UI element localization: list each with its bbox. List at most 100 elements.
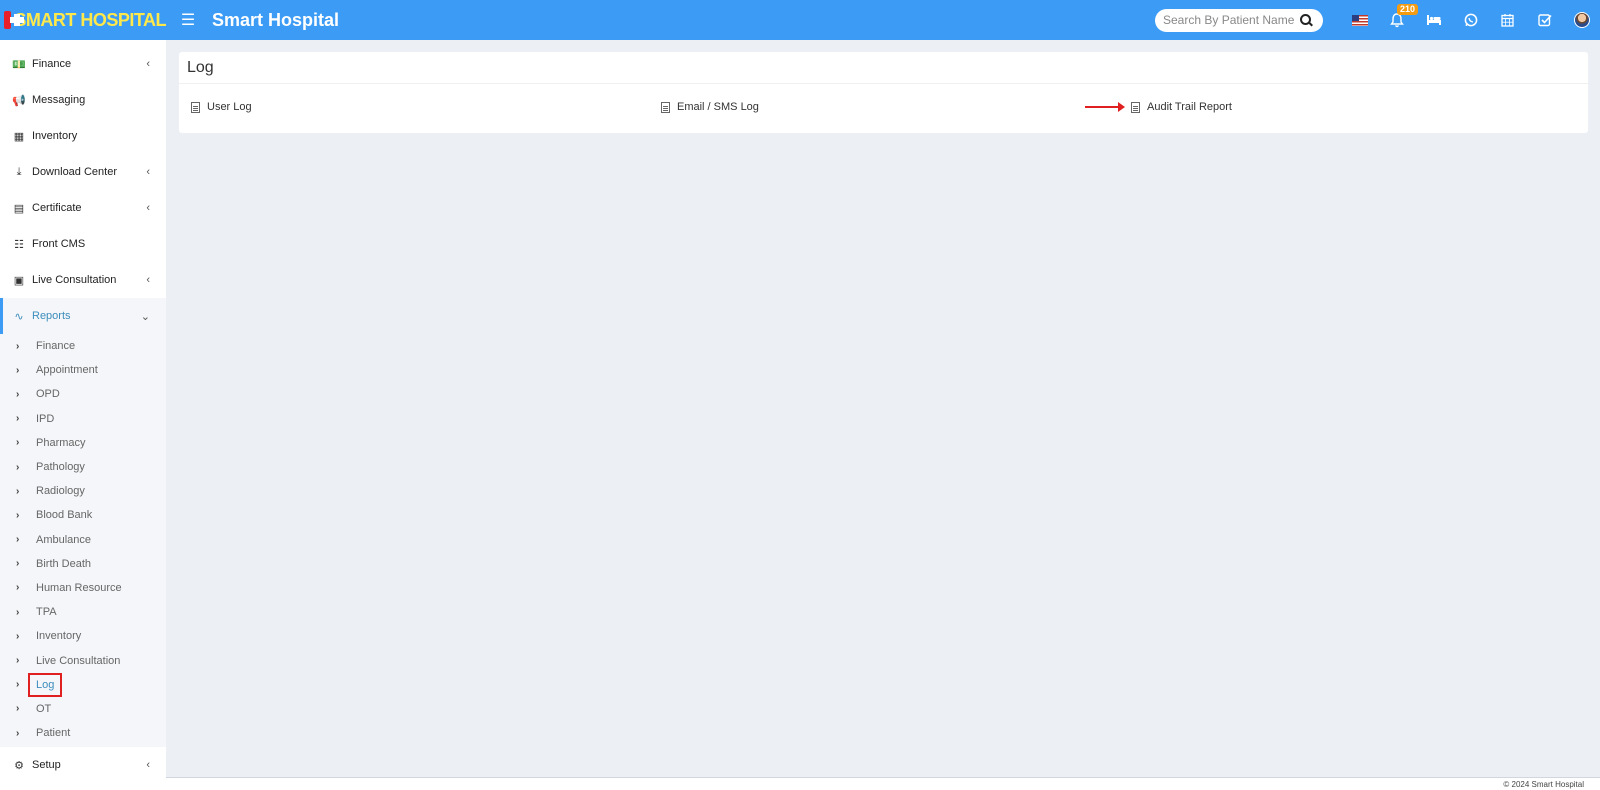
chevron-right-icon: › [16,509,20,521]
user-log-link[interactable]: User Log [191,101,252,113]
chevron-right-icon: › [16,485,20,497]
page-title: Log [179,52,1588,84]
chevron-right-icon: › [16,558,20,570]
video-icon: ▣ [13,274,25,287]
reports-submenu: › Finance › Appointment › OPD › IPD › Pharmac… [0,334,166,748]
reports-sub-ipd[interactable]: › IPD [0,407,166,431]
sidebar: 💵 Finance ‹ 📢 Messaging ▦ Inventory ⤓ Do… [0,40,166,790]
language-selector[interactable] [1341,0,1378,40]
whatsapp-button[interactable] [1452,0,1489,40]
sidebar-item-finance[interactable]: 💵 Finance ‹ [0,46,166,82]
reports-sub-appointment[interactable]: › Appointment [0,358,166,382]
patient-search-input[interactable] [1163,13,1299,27]
sidebar-item-reports[interactable]: ∿ Reports ⌄ [0,298,166,334]
reports-sub-log[interactable]: › Log [0,672,166,697]
reports-sub-patient[interactable]: › Patient [0,721,166,745]
reports-sub-ot[interactable]: › OT [0,697,166,721]
chevron-left-icon: ‹ [146,166,150,178]
bed-status-button[interactable] [1415,0,1452,40]
megaphone-icon: 📢 [12,94,26,107]
sidebar-item-label: Certificate [32,202,82,214]
hospital-logo[interactable]: SMART HOSPITAL [0,0,166,40]
sidebar-item-front-cms[interactable]: ☷ Front CMS [0,226,166,262]
sub-item-label: Radiology [36,485,85,498]
sub-item-label: OT [36,702,52,715]
chevron-left-icon: ‹ [146,202,150,214]
sidebar-item-certificate[interactable]: ▤ Certificate ‹ [0,190,166,226]
reports-sub-tpa[interactable]: › TPA [0,600,166,624]
log-links: User Log Email / SMS Log Audit Trail Rep… [179,84,1588,132]
sub-item-label: Birth Death [36,557,92,570]
gears-icon: ⚙ [14,759,24,772]
sub-item-label: TPA [36,606,57,619]
sub-item-label: Live Consultation [36,654,121,667]
audit-trail-report-link[interactable]: Audit Trail Report [1131,101,1232,113]
footer: © 2024 Smart Hospital [166,777,1600,790]
sidebar-item-label: Finance [32,58,72,70]
top-header: SMART HOSPITAL ☰ Smart Hospital 210 [0,0,1600,40]
reports-sub-live-consultation[interactable]: › Live Consultation [0,648,166,672]
reports-sub-opd[interactable]: › OPD [0,382,166,406]
chart-icon: ∿ [14,310,24,323]
avatar [1573,12,1590,28]
medical-cross-icon [4,11,25,29]
sub-item-label: Inventory [36,630,82,643]
reports-sub-radiology[interactable]: › Radiology [0,479,166,503]
sidebar-item-inventory[interactable]: ▦ Inventory [0,118,166,154]
sidebar-item-setup[interactable]: ⚙ Setup ‹ [0,747,166,783]
link-label: Audit Trail Report [1147,101,1232,113]
sub-item-label: Pathology [36,461,85,474]
sidebar-item-download-center[interactable]: ⤓ Download Center ‹ [0,154,166,190]
patient-search-box [1155,8,1323,32]
chevron-left-icon: ‹ [146,274,150,286]
sub-item-label: Log [27,672,63,697]
reports-sub-finance[interactable]: › Finance [0,334,166,358]
link-label: User Log [207,101,252,113]
annotation-arrow-icon [1085,102,1125,112]
reports-sub-pathology[interactable]: › Pathology [0,455,166,479]
sub-item-label: OPD [36,388,60,401]
tasks-button[interactable] [1526,0,1563,40]
cms-icon: ☷ [14,238,24,251]
chevron-right-icon: › [16,437,20,449]
user-profile-button[interactable] [1563,0,1600,40]
reports-sub-birth-death[interactable]: › Birth Death [0,552,166,576]
reports-sub-inventory[interactable]: › Inventory [0,624,166,648]
sub-item-label: Human Resource [36,581,122,594]
chevron-down-icon: ⌄ [140,311,150,323]
main-content: Log User Log Email / SMS Log Audit Trail… [166,40,1600,790]
calendar-button[interactable] [1489,0,1526,40]
chevron-right-icon: › [16,655,20,667]
sidebar-item-label: Front CMS [32,238,86,250]
inventory-icon: ▦ [13,130,25,143]
reports-sub-human-resource[interactable]: › Human Resource [0,576,166,600]
chevron-right-icon: › [16,413,20,425]
sidebar-item-messaging[interactable]: 📢 Messaging [0,82,166,118]
search-icon[interactable] [1299,13,1313,27]
chevron-right-icon: › [16,630,20,642]
chevron-left-icon: ‹ [146,759,150,772]
whatsapp-icon [1464,13,1477,27]
header-actions: 210 [1155,0,1600,40]
download-icon: ⤓ [16,165,22,178]
sidebar-item-label: Messaging [32,94,86,106]
chevron-right-icon: › [16,461,20,473]
reports-sub-pharmacy[interactable]: › Pharmacy [0,431,166,455]
document-icon [661,101,670,113]
sidebar-item-live-consultation[interactable]: ▣ Live Consultation ‹ [0,262,166,298]
chevron-right-icon: › [16,606,20,618]
flag-us-icon [1351,14,1368,26]
document-icon [1131,101,1140,113]
calendar-icon [1501,14,1514,27]
reports-sub-ambulance[interactable]: › Ambulance [0,528,166,552]
money-icon: 💵 [12,58,26,71]
sub-item-label: IPD [36,412,55,425]
chevron-right-icon: › [16,388,20,400]
reports-sub-blood-bank[interactable]: › Blood Bank [0,503,166,527]
sub-item-label: Ambulance [36,533,92,546]
sidebar-item-label: Reports [32,310,71,322]
email-sms-log-link[interactable]: Email / SMS Log [661,101,759,113]
log-box: Log User Log Email / SMS Log Audit Trail… [179,52,1588,133]
hamburger-menu-icon[interactable]: ☰ [178,10,198,30]
notifications-button[interactable]: 210 [1378,0,1419,40]
